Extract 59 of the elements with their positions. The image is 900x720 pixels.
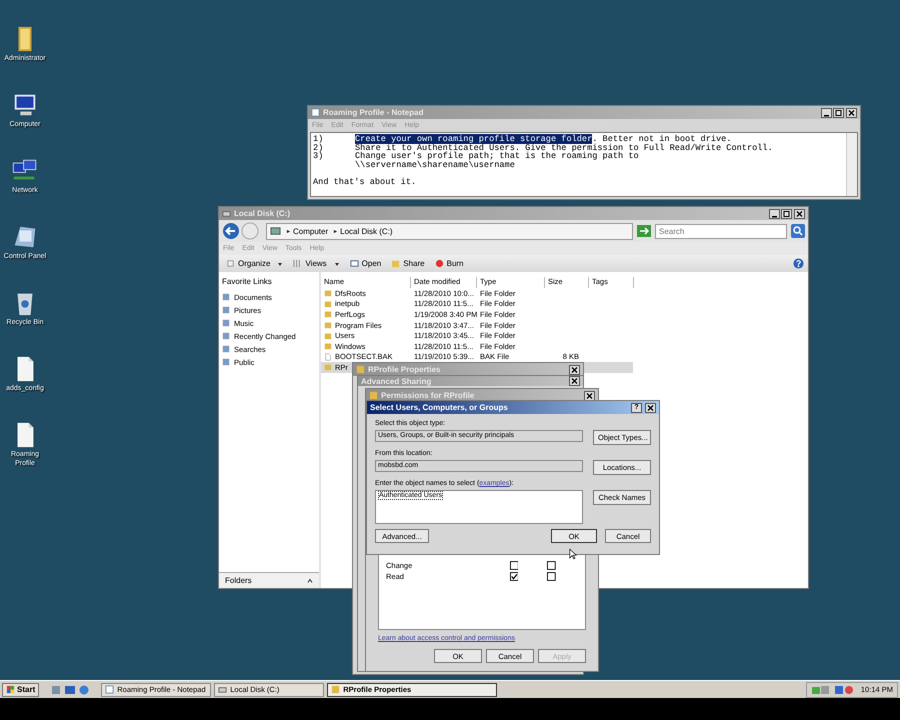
deny-checkbox[interactable] bbox=[547, 572, 556, 581]
deny-checkbox[interactable] bbox=[547, 561, 556, 570]
toolbar-open-button[interactable]: Open bbox=[346, 258, 384, 269]
notepad-icon bbox=[311, 108, 320, 117]
refresh-icon[interactable] bbox=[637, 225, 651, 237]
toolbar-organize-button[interactable]: Organize bbox=[223, 258, 286, 269]
share-icon bbox=[391, 259, 400, 268]
text-line: And that's about it. bbox=[312, 178, 418, 187]
close-icon[interactable] bbox=[645, 402, 656, 412]
allow-checkbox[interactable] bbox=[510, 572, 518, 581]
disc-icon bbox=[434, 259, 444, 268]
window-title: RProfile Properties bbox=[368, 365, 442, 374]
address-bar[interactable]: Computer Local Disk (C:) bbox=[266, 222, 633, 240]
search-icon[interactable] bbox=[791, 224, 805, 238]
text-line: . Better not in boot drive. bbox=[592, 134, 732, 144]
quick-launch-icons[interactable] bbox=[50, 684, 90, 696]
caret-icon bbox=[334, 260, 340, 266]
search-field[interactable]: Search bbox=[655, 224, 787, 238]
text-line: \\servername\sharename\username bbox=[355, 160, 515, 170]
caret-icon[interactable] bbox=[333, 228, 338, 234]
computer-icon bbox=[270, 226, 281, 236]
text-line: Change user's profile path; that is the roaming path to bbox=[355, 151, 639, 162]
windows-logo-icon bbox=[6, 685, 15, 694]
folder-icon bbox=[356, 365, 365, 374]
line-number-text: 1) bbox=[313, 134, 324, 144]
line-number-text: 2) bbox=[313, 142, 324, 153]
help-icon[interactable] bbox=[793, 258, 804, 269]
caret-icon[interactable] bbox=[286, 228, 291, 234]
toolbar-share-button[interactable]: Share bbox=[388, 258, 428, 269]
line-number-text: 3) bbox=[313, 151, 324, 162]
views-icon bbox=[293, 259, 302, 268]
window-title: Advanced Sharing bbox=[361, 376, 432, 386]
caret-icon bbox=[277, 260, 284, 266]
text-area[interactable] bbox=[310, 132, 858, 197]
allow-checkbox[interactable] bbox=[510, 561, 518, 570]
favorite-links-heading: Favorite Links bbox=[222, 277, 273, 286]
start-button[interactable]: Start bbox=[2, 682, 40, 696]
scrollbar[interactable] bbox=[846, 133, 857, 196]
breadcrumb-item[interactable]: Computer bbox=[293, 226, 328, 236]
toolbar-views-button[interactable]: Views bbox=[290, 258, 343, 269]
text-line: Share it to Authenticated Users. Give the permission to Full Read/Write Controll. bbox=[355, 142, 773, 153]
window-title: Select Users, Computers, or Groups bbox=[370, 403, 509, 412]
folder-icon bbox=[369, 391, 378, 400]
notepad-icon bbox=[105, 685, 114, 694]
tray-icons[interactable] bbox=[810, 684, 855, 696]
toolbar-burn-button[interactable]: Burn bbox=[432, 258, 467, 269]
file-icon bbox=[324, 352, 332, 361]
folders-bar-label[interactable]: Folders bbox=[225, 576, 252, 585]
organize-icon bbox=[226, 259, 235, 268]
window-title: Local Disk (C:) bbox=[234, 209, 292, 218]
drive-icon bbox=[218, 685, 228, 694]
window-icon bbox=[350, 259, 359, 268]
folder-icon bbox=[331, 685, 340, 694]
window-title: Permissions for RProfile bbox=[381, 391, 476, 400]
drive-icon bbox=[222, 209, 231, 218]
window-title: Roaming Profile - Notepad bbox=[323, 108, 424, 117]
breadcrumb-item[interactable]: Local Disk (C:) bbox=[340, 226, 393, 236]
caret-icon[interactable] bbox=[307, 578, 313, 584]
folder-icon bbox=[324, 363, 332, 372]
